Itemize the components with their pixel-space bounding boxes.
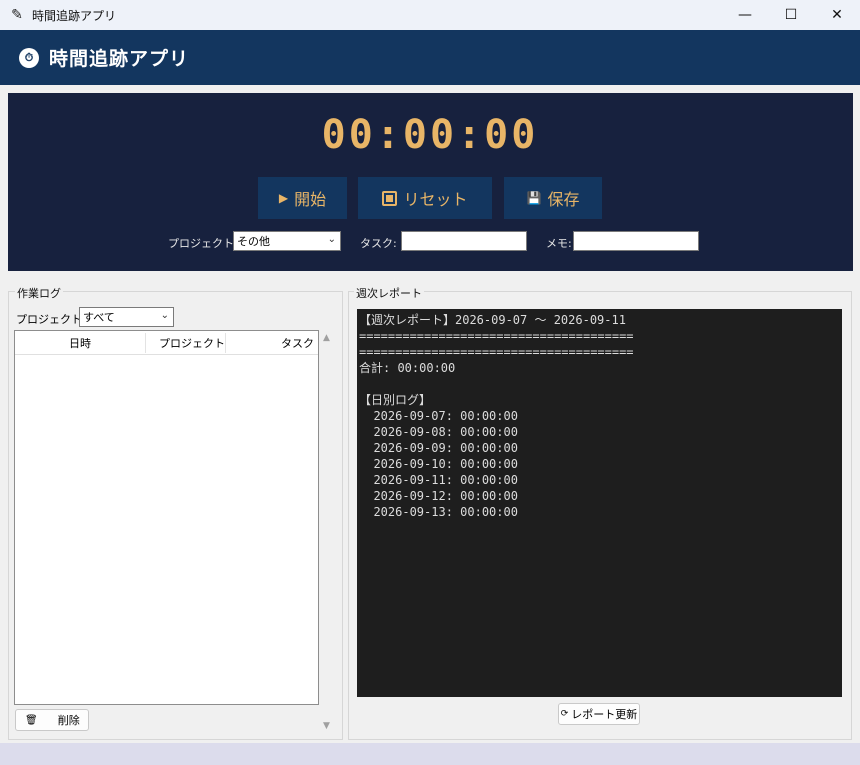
memo-label: メモ: xyxy=(546,237,572,250)
report-line: 2026-09-12: 00:00:00 xyxy=(359,489,518,503)
report-text-area[interactable]: 【週次レポート】2026-09-07 ～ 2026-09-11 ========… xyxy=(357,309,842,697)
column-header-datetime[interactable]: 日時 xyxy=(69,331,91,355)
report-line: 【日別ログ】 xyxy=(359,393,432,407)
timer-display: 00:00:00 xyxy=(321,112,539,158)
project-select[interactable]: その他 ⌄ xyxy=(233,231,341,251)
report-line: 2026-09-09: 00:00:00 xyxy=(359,441,518,455)
report-line: 合計: 00:00:00 xyxy=(359,361,456,375)
close-button[interactable]: ✕ xyxy=(814,0,860,30)
minimize-button[interactable]: — xyxy=(722,0,768,30)
play-icon: ▶ xyxy=(278,191,289,205)
column-header-task[interactable]: タスク xyxy=(281,331,314,355)
report-line: 2026-09-08: 00:00:00 xyxy=(359,425,518,439)
report-separator: ====================================== xyxy=(359,329,634,343)
window-titlebar: ✎ 時間追跡アプリ — ☐ ✕ xyxy=(0,0,860,30)
memo-input[interactable] xyxy=(573,231,699,251)
delete-button[interactable]: 🗑 削除 xyxy=(15,709,89,731)
save-label: 保存 xyxy=(547,190,580,209)
app-title: 時間追跡アプリ xyxy=(49,48,190,70)
refresh-report-button[interactable]: ⟳ レポート更新 xyxy=(558,703,640,725)
stopwatch-icon: ⏱ xyxy=(19,47,39,68)
column-divider xyxy=(145,333,146,353)
chevron-down-icon: ⌄ xyxy=(160,310,169,321)
report-line: 【週次レポート】2026-09-07 ～ 2026-09-11 xyxy=(359,313,626,327)
filter-project-select[interactable]: すべて ⌄ xyxy=(79,307,174,327)
scroll-down-arrow-icon[interactable]: ▼ xyxy=(323,721,330,731)
table-header: 日時 プロジェクト タスク xyxy=(15,331,318,355)
scroll-up-arrow-icon[interactable]: ▲ xyxy=(323,333,330,343)
start-button[interactable]: ▶ 開始 xyxy=(258,177,347,219)
feather-icon: ✎ xyxy=(11,7,23,23)
work-log-table[interactable]: 日時 プロジェクト タスク xyxy=(14,330,319,705)
column-header-project[interactable]: プロジェクト xyxy=(159,331,225,355)
report-line: 2026-09-11: 00:00:00 xyxy=(359,473,518,487)
task-label: タスク: xyxy=(360,237,397,250)
report-line: 2026-09-13: 00:00:00 xyxy=(359,505,518,519)
weekly-report-title: 週次レポート xyxy=(354,285,424,301)
window-controls: — ☐ ✕ xyxy=(722,0,860,30)
chevron-down-icon: ⌄ xyxy=(327,234,336,245)
refresh-icon: ⟳ xyxy=(560,709,569,719)
status-strip xyxy=(0,743,860,765)
work-log-title: 作業ログ xyxy=(15,285,63,301)
stop-icon xyxy=(382,190,398,206)
window-title: 時間追跡アプリ xyxy=(32,8,117,23)
delete-label: 削除 xyxy=(57,714,80,727)
start-label: 開始 xyxy=(294,190,327,209)
refresh-report-label: レポート更新 xyxy=(571,708,638,721)
report-separator: ====================================== xyxy=(359,345,634,359)
trash-icon: 🗑 xyxy=(25,714,38,726)
filter-select-value: すべて xyxy=(83,311,115,324)
save-button[interactable]: 💾 保存 xyxy=(504,177,602,219)
filter-project-label: プロジェクト: xyxy=(16,313,86,326)
column-divider xyxy=(225,333,226,353)
task-input[interactable] xyxy=(401,231,527,251)
report-line: 2026-09-10: 00:00:00 xyxy=(359,457,518,471)
reset-label: リセット xyxy=(403,190,468,209)
maximize-button[interactable]: ☐ xyxy=(768,0,814,30)
app-header: ⏱ 時間追跡アプリ xyxy=(0,30,860,85)
reset-button[interactable]: リセット xyxy=(358,177,492,219)
report-line xyxy=(359,376,842,392)
project-select-value: その他 xyxy=(237,235,270,248)
report-line: 2026-09-07: 00:00:00 xyxy=(359,409,518,423)
floppy-disk-icon: 💾 xyxy=(526,191,542,205)
project-label: プロジェクト: xyxy=(168,237,238,250)
